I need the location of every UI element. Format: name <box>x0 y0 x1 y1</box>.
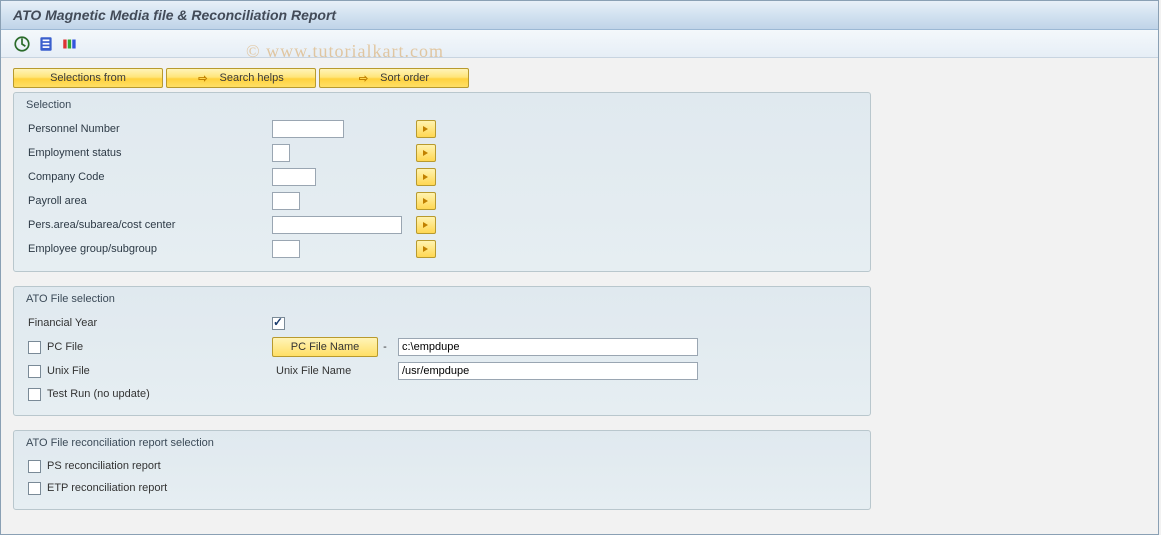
pc-file-checkbox[interactable] <box>28 341 41 354</box>
company-code-row: Company Code <box>24 165 860 189</box>
personnel-number-row: Personnel Number <box>24 117 860 141</box>
page-title: ATO Magnetic Media file & Reconciliation… <box>13 7 1146 23</box>
pers-area-label: Pers.area/subarea/cost center <box>24 219 272 231</box>
pc-file-row: PC File PC File Name - <box>24 335 860 359</box>
employee-group-row: Employee group/subgroup <box>24 237 860 261</box>
company-code-label: Company Code <box>24 171 272 183</box>
employee-group-label: Employee group/subgroup <box>24 243 272 255</box>
pc-file-label: PC File <box>47 341 83 353</box>
financial-year-checkbox[interactable] <box>272 317 285 330</box>
pers-area-multi-button[interactable] <box>416 216 436 234</box>
sort-order-button[interactable]: ⇨ Sort order <box>319 68 469 88</box>
search-helps-label: Search helps <box>220 72 284 84</box>
title-bar: ATO Magnetic Media file & Reconciliation… <box>1 1 1158 30</box>
selection-group: Selection Personnel Number Employment st… <box>13 92 871 272</box>
selections-from-label: Selections from <box>50 72 126 84</box>
arrow-right-icon: ⇨ <box>359 72 368 85</box>
recon-group-title: ATO File reconciliation report selection <box>24 437 860 449</box>
pers-area-input[interactable] <box>272 216 402 234</box>
payroll-area-row: Payroll area <box>24 189 860 213</box>
unix-file-row: Unix File Unix File Name <box>24 359 860 383</box>
ps-recon-label: PS reconciliation report <box>47 460 161 472</box>
personnel-number-multi-button[interactable] <box>416 120 436 138</box>
personnel-number-label: Personnel Number <box>24 123 272 135</box>
selections-from-button[interactable]: Selections from <box>13 68 163 88</box>
pers-area-row: Pers.area/subarea/cost center <box>24 213 860 237</box>
pc-file-name-button-label: PC File Name <box>291 341 359 353</box>
employment-status-row: Employment status <box>24 141 860 165</box>
pc-file-input[interactable] <box>398 338 698 356</box>
payroll-area-multi-button[interactable] <box>416 192 436 210</box>
ps-recon-checkbox[interactable] <box>28 460 41 473</box>
company-code-input[interactable] <box>272 168 316 186</box>
unix-file-input[interactable] <box>398 362 698 380</box>
ps-recon-row: PS reconciliation report <box>24 455 860 477</box>
employment-status-label: Employment status <box>24 147 272 159</box>
financial-year-label: Financial Year <box>28 317 97 329</box>
arrow-right-icon: ⇨ <box>198 72 207 85</box>
financial-year-row: Financial Year <box>24 311 860 335</box>
info-icon[interactable] <box>37 35 55 53</box>
etp-recon-checkbox[interactable] <box>28 482 41 495</box>
selection-group-title: Selection <box>24 99 860 111</box>
employee-group-input[interactable] <box>272 240 300 258</box>
personnel-number-input[interactable] <box>272 120 344 138</box>
search-helps-button[interactable]: ⇨ Search helps <box>166 68 316 88</box>
payroll-area-label: Payroll area <box>24 195 272 207</box>
test-run-checkbox[interactable] <box>28 388 41 401</box>
selection-toolbar: Selections from ⇨ Search helps ⇨ Sort or… <box>13 68 1146 88</box>
pc-file-name-button[interactable]: PC File Name <box>272 337 378 357</box>
color-legend-icon[interactable] <box>61 35 79 53</box>
etp-recon-row: ETP reconciliation report <box>24 477 860 499</box>
content-area: Selections from ⇨ Search helps ⇨ Sort or… <box>1 58 1158 534</box>
ato-file-group: ATO File selection Financial Year PC Fil… <box>13 286 871 416</box>
employment-status-input[interactable] <box>272 144 290 162</box>
employee-group-multi-button[interactable] <box>416 240 436 258</box>
unix-file-label: Unix File <box>47 365 90 377</box>
unix-file-checkbox[interactable] <box>28 365 41 378</box>
etp-recon-label: ETP reconciliation report <box>47 482 167 494</box>
pc-file-sep: - <box>378 341 392 353</box>
sort-order-label: Sort order <box>380 72 429 84</box>
employment-status-multi-button[interactable] <box>416 144 436 162</box>
app-toolbar <box>1 30 1158 58</box>
test-run-row: Test Run (no update) <box>24 383 860 405</box>
test-run-label: Test Run (no update) <box>47 388 150 400</box>
payroll-area-input[interactable] <box>272 192 300 210</box>
company-code-multi-button[interactable] <box>416 168 436 186</box>
ato-file-group-title: ATO File selection <box>24 293 860 305</box>
unix-file-name-label: Unix File Name <box>272 361 378 381</box>
execute-icon[interactable] <box>13 35 31 53</box>
recon-group: ATO File reconciliation report selection… <box>13 430 871 510</box>
